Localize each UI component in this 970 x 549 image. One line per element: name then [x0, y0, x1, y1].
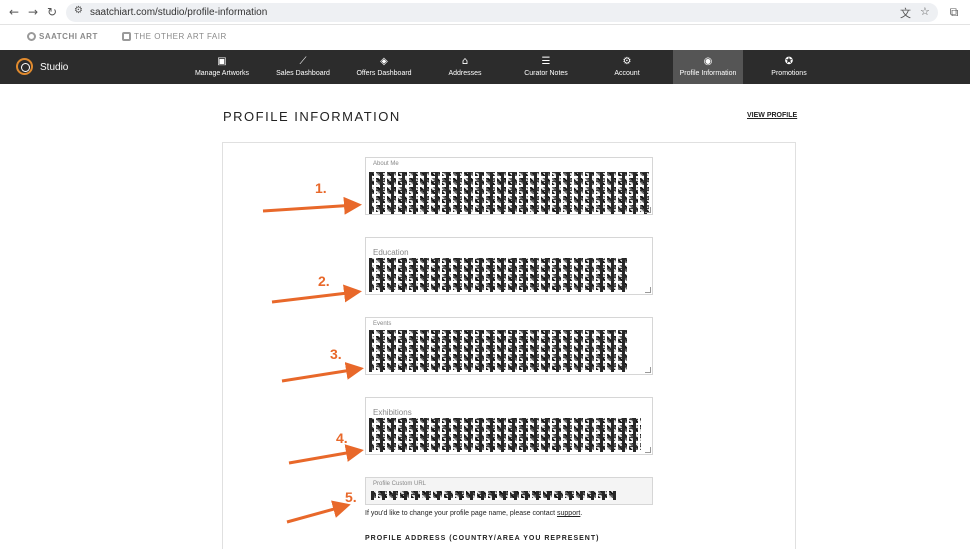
- resize-handle-icon[interactable]: [645, 447, 651, 453]
- annotation-number-5: 5.: [345, 489, 357, 505]
- nav-item-label: Profile Information: [679, 70, 737, 77]
- saatchi-art-logo[interactable]: SAATCHI ART: [27, 32, 98, 41]
- redacted-text: [371, 491, 616, 500]
- about-me-label: About Me: [373, 161, 399, 167]
- notes-icon: ☰: [541, 56, 551, 67]
- user-icon: ◉: [703, 56, 713, 67]
- site-settings-icon[interactable]: ⚙: [74, 5, 83, 16]
- tag-icon: ◈: [380, 56, 388, 67]
- events-label: Events: [373, 321, 392, 327]
- nav-item-label: Sales Dashboard: [276, 70, 330, 77]
- home-icon: ⌂: [461, 56, 469, 67]
- about-me-textarea[interactable]: About Me: [365, 157, 653, 215]
- events-textarea[interactable]: Events: [365, 317, 653, 375]
- star-icon[interactable]: ☆: [920, 5, 930, 18]
- forward-arrow-icon[interactable]: →: [25, 4, 41, 20]
- profile-custom-url-field[interactable]: Profile Custom URL: [365, 477, 653, 505]
- saatchi-logo-icon: [27, 32, 36, 41]
- education-label: Education: [373, 248, 409, 257]
- education-textarea[interactable]: Education: [365, 237, 653, 295]
- nav-item-label: Promotions: [771, 70, 807, 77]
- custom-url-hint: If you'd like to change your profile pag…: [365, 510, 583, 517]
- nav-item-label: Addresses: [448, 70, 482, 77]
- translate-icon[interactable]: 文: [900, 5, 911, 21]
- nav-item-account[interactable]: ⚙ Account: [592, 50, 662, 84]
- studio-nav-bar: Studio ▣ Manage Artworks ⟋ Sales Dashboard ◈…: [0, 50, 970, 84]
- nav-item-label: Manage Artworks: [194, 70, 250, 77]
- other-art-fair-logo[interactable]: THE OTHER ART FAIR: [122, 32, 227, 41]
- profile-custom-url-label: Profile Custom URL: [373, 481, 427, 487]
- exhibitions-textarea[interactable]: Exhibitions: [365, 397, 653, 455]
- gear-icon: ⚙: [622, 56, 632, 67]
- nav-item-promotions[interactable]: ✪ Promotions: [754, 50, 824, 84]
- view-profile-link[interactable]: VIEW PROFILE: [747, 112, 797, 119]
- other-art-fair-logo-icon: [122, 32, 131, 41]
- nav-item-sales-dashboard[interactable]: ⟋ Sales Dashboard: [268, 50, 338, 84]
- annotation-number-1: 1.: [315, 180, 327, 196]
- rocket-icon: ✪: [784, 56, 794, 67]
- annotation-number-2: 2.: [318, 273, 330, 289]
- nav-item-profile-information[interactable]: ◉ Profile Information: [673, 50, 743, 84]
- resize-handle-icon[interactable]: [645, 207, 651, 213]
- nav-item-manage-artworks[interactable]: ▣ Manage Artworks: [187, 50, 257, 84]
- nav-item-addresses[interactable]: ⌂ Addresses: [430, 50, 500, 84]
- nav-item-curator-notes[interactable]: ☰ Curator Notes: [511, 50, 581, 84]
- annotation-number-4: 4.: [336, 430, 348, 446]
- nav-item-label: Curator Notes: [524, 70, 568, 77]
- support-link[interactable]: support: [557, 510, 580, 517]
- annotation-number-3: 3.: [330, 346, 342, 362]
- image-icon: ▣: [217, 56, 227, 67]
- back-arrow-icon[interactable]: ←: [6, 4, 22, 20]
- redacted-text: [369, 418, 641, 452]
- brand-bar: SAATCHI ART THE OTHER ART FAIR: [0, 25, 970, 50]
- url-text: saatchiart.com/studio/profile-informatio…: [90, 7, 268, 18]
- extensions-icon[interactable]: ⧉: [946, 4, 962, 20]
- studio-label[interactable]: Studio: [40, 62, 68, 73]
- profile-address-heading: PROFILE ADDRESS (COUNTRY/AREA YOU REPRES…: [365, 535, 600, 542]
- resize-handle-icon[interactable]: [645, 287, 651, 293]
- redacted-text: [369, 172, 649, 214]
- resize-handle-icon[interactable]: [645, 367, 651, 373]
- nav-item-label: Offers Dashboard: [356, 70, 412, 77]
- studio-logo-icon[interactable]: [16, 58, 33, 75]
- redacted-text: [369, 330, 629, 372]
- page-title: PROFILE INFORMATION: [223, 109, 401, 124]
- reload-icon[interactable]: ↻: [44, 4, 60, 20]
- redacted-text: [369, 258, 627, 292]
- nav-item-offers-dashboard[interactable]: ◈ Offers Dashboard: [349, 50, 419, 84]
- chart-icon: ⟋: [299, 56, 307, 67]
- browser-toolbar: ← → ↻ ⚙ saatchiart.com/studio/profile-in…: [0, 0, 970, 25]
- nav-item-label: Account: [614, 70, 640, 77]
- exhibitions-label: Exhibitions: [373, 408, 412, 417]
- address-bar[interactable]: ⚙ saatchiart.com/studio/profile-informat…: [66, 3, 938, 22]
